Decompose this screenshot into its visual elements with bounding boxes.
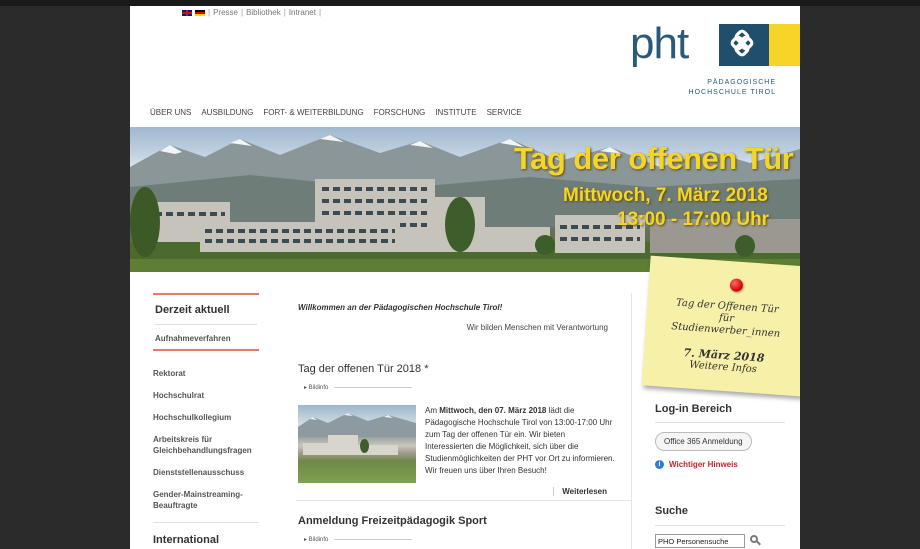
logo-subtitle: PÄDAGOGISCHE HOCHSCHULE TIROL	[689, 78, 776, 98]
link-presse[interactable]: Presse	[213, 8, 238, 17]
banner-time: 13:00 - 17:00 Uhr	[617, 209, 770, 230]
web-page: | Presse | Bibliothek | Intranet | pht P…	[130, 6, 800, 549]
important-notice-label: Wichtiger Hinweis	[669, 460, 738, 469]
sidebar-item-dienststellenausschuss[interactable]: Dienststellenausschuss	[153, 467, 259, 478]
article-thumbnail[interactable]	[298, 405, 416, 483]
article-heading[interactable]: Tag der offenen Tür 2018 *	[298, 363, 631, 375]
nav-service[interactable]: SERVICE	[487, 108, 522, 117]
bildinfo-label: ▸ Bildinfo	[304, 385, 329, 391]
important-notice-link[interactable]: i Wichtiger Hinweis	[655, 460, 785, 469]
sidebar-item-arbeitskreis[interactable]: Arbeitskreis für Gleichbehandlungsfragen	[153, 434, 259, 456]
english-flag-icon[interactable]	[182, 9, 192, 16]
read-more-link[interactable]: Weiterlesen	[296, 487, 607, 496]
logo-emblem-icon	[719, 24, 769, 66]
subtitle-line-1: PÄDAGOGISCHE	[707, 79, 776, 86]
sidebar-item-international[interactable]: International	[153, 522, 259, 546]
article-text-date: Mittwoch, den 07. März 2018	[439, 406, 547, 415]
article-text: Am Mittwoch, den 07. März 2018 lädt die …	[425, 405, 615, 483]
bildinfo-line	[334, 387, 413, 388]
motto-text: Wir bilden Menschen mit Verantwortung	[466, 323, 608, 332]
search-section-title: Suche	[655, 505, 785, 526]
sidebar-item-gender-mainstreaming[interactable]: Gender-Mainstreaming-Beauftragte	[153, 489, 259, 511]
german-flag-icon[interactable]	[195, 9, 205, 16]
bildinfo-line-2	[334, 539, 413, 540]
separator: |	[240, 8, 244, 17]
sticky-note-open-day[interactable]: Tag der Offenen Tür für Studienwerber_in…	[641, 255, 800, 397]
sidebar-item-hochschulrat[interactable]: Hochschulrat	[153, 390, 259, 401]
sidebar-list: Rektorat Hochschulrat Hochschulkollegium…	[153, 368, 259, 546]
article-divider	[296, 500, 632, 501]
current-box: Derzeit aktuell Aufnahmeverfahren	[153, 293, 259, 351]
main-navigation: ÜBER UNS AUSBILDUNG FORT- & WEITERBILDUN…	[150, 108, 522, 117]
current-box-title: Derzeit aktuell	[155, 304, 257, 325]
search-input[interactable]	[655, 534, 745, 548]
logo-yellow-bar	[769, 24, 800, 66]
nav-fort-weiterbildung[interactable]: FORT- & WEITERBILDUNG	[263, 108, 363, 117]
link-aufnahmeverfahren[interactable]: Aufnahmeverfahren	[155, 325, 257, 343]
office365-login-button[interactable]: Office 365 Anmeldung	[655, 432, 752, 451]
pht-logo[interactable]: pht	[630, 20, 800, 70]
sidebar-item-hochschulkollegium[interactable]: Hochschulkollegium	[153, 412, 259, 423]
nav-forschung[interactable]: FORSCHUNG	[374, 108, 426, 117]
article-text-rest: lädt die Pädagogische Hochschule Tirol v…	[425, 406, 615, 475]
logo-text: pht	[630, 19, 689, 68]
link-intranet[interactable]: Intranet	[289, 8, 316, 17]
read-more-label: Weiterlesen	[553, 487, 607, 496]
top-links: | Presse | Bibliothek | Intranet |	[182, 8, 321, 17]
article-body: Am Mittwoch, den 07. März 2018 lädt die …	[298, 405, 631, 483]
right-column: Log-in Bereich Office 365 Anmeldung i Wi…	[655, 403, 785, 548]
pushpin-icon	[729, 278, 744, 293]
main-content: Willkommen an der Pädagogischen Hochschu…	[296, 293, 632, 549]
hero-banner: Tag der offenen Tür Mittwoch, 7. März 20…	[130, 127, 800, 272]
banner-date: Mittwoch, 7. März 2018	[563, 185, 768, 206]
banner-title: Tag der offenen Tür	[514, 141, 794, 176]
nav-ausbildung[interactable]: AUSBILDUNG	[201, 108, 253, 117]
separator: |	[318, 8, 322, 17]
search-row	[655, 534, 785, 548]
subtitle-line-2: HOCHSCHULE TIROL	[688, 89, 776, 96]
left-sidebar: Derzeit aktuell Aufnahmeverfahren Rektor…	[153, 293, 259, 546]
article-heading-2[interactable]: Anmeldung Freizeitpädagogik Sport	[298, 515, 631, 527]
nav-ueber-uns[interactable]: ÜBER UNS	[150, 108, 191, 117]
search-icon[interactable]	[749, 535, 761, 547]
bildinfo-toggle[interactable]: ▸ Bildinfo	[304, 384, 631, 391]
separator: |	[208, 8, 211, 17]
separator: |	[283, 8, 286, 17]
link-bibliothek[interactable]: Bibliothek	[246, 8, 281, 17]
welcome-text: Willkommen an der Pädagogischen Hochschu…	[298, 303, 503, 312]
login-section-title: Log-in Bereich	[655, 403, 785, 423]
sidebar-item-rektorat[interactable]: Rektorat	[153, 368, 259, 379]
bildinfo-label-2: ▸ Bildinfo	[304, 537, 329, 543]
article-text-prefix: Am	[425, 406, 440, 415]
nav-institute[interactable]: INSTITUTE	[435, 108, 476, 117]
info-icon: i	[655, 460, 664, 469]
bildinfo-toggle-2[interactable]: ▸ Bildinfo	[304, 536, 631, 543]
